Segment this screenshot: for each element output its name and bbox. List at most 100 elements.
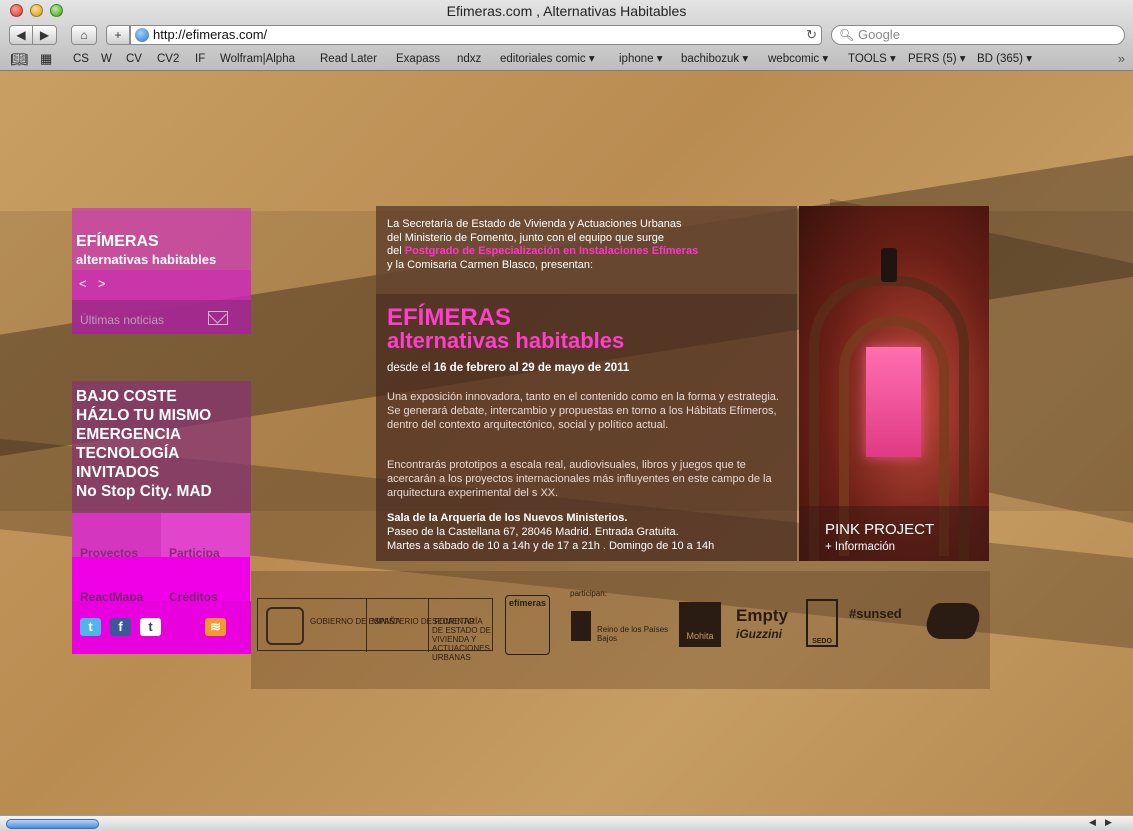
menu-proyectos[interactable]: Proyectos	[72, 513, 161, 560]
pink-installation-shape	[866, 347, 921, 457]
bookmarks-book-icon[interactable]: 📖︎	[10, 49, 28, 69]
back-button[interactable]: ◀	[9, 25, 33, 45]
bookmark-item[interactable]: IF	[195, 49, 205, 69]
site-title: EFÍMERAS	[76, 233, 159, 250]
efimeras-logo[interactable]: efímeras	[505, 595, 550, 655]
exhibition-dates: desde el 16 de febrero al 29 de mayo de …	[387, 362, 629, 374]
swirl-sponsor-logo[interactable]	[921, 603, 985, 639]
tumblr-icon[interactable]: t	[140, 618, 161, 636]
reload-icon[interactable]: ↻	[806, 26, 817, 44]
top-sites-grid-icon[interactable]: ▦	[40, 49, 52, 69]
minimize-window-button[interactable]	[30, 4, 43, 17]
twitter-icon[interactable]: t	[80, 618, 101, 636]
topic-link-no-stop-city[interactable]: No Stop City. MAD	[76, 482, 247, 501]
bookmark-item[interactable]: Read Later	[320, 49, 377, 69]
address-bar[interactable]: http://efimeras.com/ ↻	[130, 25, 822, 45]
bookmark-menu[interactable]: BD (365) ▾	[977, 49, 1032, 69]
topic-link-bajo-coste[interactable]: BAJO COSTE	[76, 387, 247, 406]
mail-icon[interactable]	[208, 311, 228, 325]
bookmark-menu[interactable]: iphone ▾	[619, 49, 663, 69]
venue-info: Sala de la Arquería de los Nuevos Minist…	[387, 511, 787, 553]
bookmark-item[interactable]: CS	[73, 49, 89, 69]
home-button[interactable]: ⌂	[71, 25, 97, 45]
bookmark-item[interactable]: CV2	[157, 49, 179, 69]
lamp-shape	[881, 248, 897, 282]
bookmark-item[interactable]: Wolfram|Alpha	[220, 49, 295, 69]
menu-creditos[interactable]: Créditos	[161, 557, 250, 604]
venue-name: Sala de la Arquería de los Nuevos Minist…	[387, 512, 628, 524]
social-links: t f t ≋	[72, 601, 251, 654]
photo-caption: PINK PROJECT + Información	[799, 506, 989, 561]
divider	[366, 599, 367, 652]
exhibition-title: EFÍMERAS	[387, 304, 512, 331]
venue-address: Paseo de la Castellana 67, 28046 Madrid.…	[387, 526, 679, 538]
next-arrow-button[interactable]: >	[98, 276, 106, 291]
scroll-right-arrow-icon[interactable]: ▶	[1105, 817, 1112, 828]
mohita-logo[interactable]: Mohita	[679, 602, 721, 647]
topic-link-invitados[interactable]: INVITADOS	[76, 463, 247, 482]
add-bookmark-button[interactable]: +	[106, 25, 130, 45]
forward-button[interactable]: ▶	[33, 25, 57, 45]
intro-prefix: del	[387, 245, 405, 257]
zoom-window-button[interactable]	[50, 4, 63, 17]
dates-prefix: desde el	[387, 362, 434, 374]
close-window-button[interactable]	[10, 4, 23, 17]
page-canvas: EFÍMERAS alternativas habitables < > Últ…	[0, 71, 1133, 815]
window-title: Efimeras.com , Alternativas Habitables	[446, 3, 687, 19]
netherlands-emblem-icon	[571, 611, 591, 641]
venue-hours: Martes a sábado de 10 a 14h y de 17 a 21…	[387, 540, 715, 552]
dates-range: 16 de febrero al 29 de mayo de 2011	[433, 362, 630, 374]
scrollbar-thumb[interactable]	[6, 819, 99, 829]
main-menu: Proyectos Participa ReactMapa Créditos t…	[72, 513, 251, 654]
menu-participa[interactable]: Participa	[161, 513, 250, 560]
bookmark-menu[interactable]: editoriales comic ▾	[500, 49, 595, 69]
intro-line: del Postgrado de Especialización en Inst…	[387, 245, 786, 259]
intro-line: del Ministerio de Fomento, junto con el …	[387, 231, 665, 244]
bookmark-item[interactable]: W	[101, 49, 112, 69]
description-paragraph: Encontrarás prototipos a escala real, au…	[387, 459, 772, 499]
empty-iguzzini-logo[interactable]: Empty iGuzzini	[736, 607, 788, 643]
exhibition-subtitle: alternativas habitables	[387, 328, 625, 353]
browser-chrome: Efimeras.com , Alternativas Habitables ◀…	[0, 0, 1133, 71]
bookmark-item[interactable]: Exapass	[396, 49, 440, 69]
logo-text: Empty	[736, 606, 788, 625]
bookmark-menu[interactable]: webcomic ▾	[768, 49, 828, 69]
menu-reactmapa[interactable]: ReactMapa	[72, 557, 161, 604]
netherlands-logo[interactable]: Reino de los Países Bajos	[569, 607, 669, 649]
postgrado-link[interactable]: Postgrado de Especialización en Instalac…	[405, 245, 698, 257]
intro-line: y la Comisaria Carmen Blasco, presentan:	[387, 258, 594, 271]
pink-project-photo[interactable]: PINK PROJECT + Información	[799, 206, 989, 561]
horizontal-scrollbar[interactable]: ◀ ▶	[0, 815, 1133, 831]
topics-list: BAJO COSTE HÁZLO TU MISMO EMERGENCIA TEC…	[72, 381, 251, 513]
more-info-link[interactable]: + Información	[825, 541, 895, 553]
pink-project-title[interactable]: PINK PROJECT	[825, 521, 934, 538]
logo-text: Reino de los Países Bajos	[597, 625, 669, 643]
site-header[interactable]: EFÍMERAS alternativas habitables	[72, 208, 251, 270]
sedo-logo[interactable]: SEDO	[806, 599, 838, 647]
bookmark-item[interactable]: CV	[126, 49, 142, 69]
bookmark-menu[interactable]: PERS (5) ▾	[908, 49, 966, 69]
topic-link-tecnologia[interactable]: TECNOLOGÍA	[76, 444, 247, 463]
logo-text: iGuzzini	[736, 627, 782, 641]
bookmark-menu[interactable]: bachibozuk ▾	[681, 49, 748, 69]
scroll-left-arrow-icon[interactable]: ◀	[1089, 817, 1096, 828]
intro-text: La Secretaría de Estado de Vivienda y Ac…	[376, 206, 797, 294]
bookmarks-bar: 📖︎ ▦ CS W CV CV2 IF Wolfram|Alpha Read L…	[0, 49, 1133, 69]
facebook-icon[interactable]: f	[110, 618, 131, 636]
sunsed-logo[interactable]: #sunsed	[849, 607, 902, 620]
bookmark-menu[interactable]: TOOLS ▾	[848, 49, 896, 69]
search-input[interactable]: 🔍︎ Google	[831, 25, 1125, 45]
latest-news-link[interactable]: Últimas noticias	[72, 300, 251, 334]
site-subtitle: alternativas habitables	[76, 252, 217, 267]
topic-link-emergencia[interactable]: EMERGENCIA	[76, 425, 247, 444]
topic-link-hazlo-tu-mismo[interactable]: HÁZLO TU MISMO	[76, 406, 247, 425]
government-logo[interactable]: GOBIERNO DE ESPAÑA MINISTERIO DE FOMENTO…	[257, 598, 493, 662]
prev-arrow-button[interactable]: <	[79, 276, 87, 291]
more-bookmarks-icon[interactable]: »	[1118, 49, 1125, 69]
rss-icon[interactable]: ≋	[205, 618, 226, 636]
search-placeholder: Google	[858, 27, 900, 42]
sponsor-logos: GOBIERNO DE ESPAÑA MINISTERIO DE FOMENTO…	[251, 571, 990, 689]
coat-of-arms-icon	[266, 607, 304, 645]
latest-news-label: Últimas noticias	[80, 313, 165, 327]
bookmark-item[interactable]: ndxz	[457, 49, 481, 69]
